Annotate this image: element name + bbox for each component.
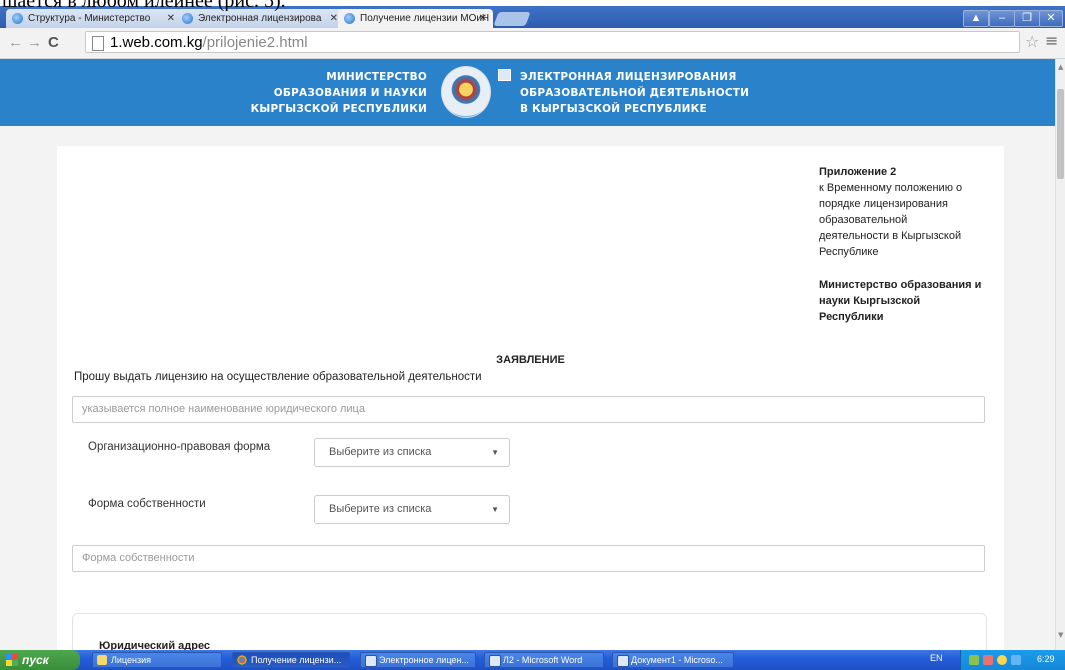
url-host: 1.web.com.kg xyxy=(110,34,203,51)
ownership-input[interactable]: Форма собственности xyxy=(72,545,985,572)
page-scrollbar[interactable]: ▲ ▼ xyxy=(1055,59,1065,650)
ministry-line: МИНИСТЕРСТВО xyxy=(326,71,427,83)
globe-icon xyxy=(12,13,23,24)
image-placeholder-icon xyxy=(498,69,511,81)
appendix-line: деятельности в Кыргызской xyxy=(819,230,962,242)
page-viewport: МИНИСТЕРСТВО ОБРАЗОВАНИЯ И НАУКИ КЫРГЫЗС… xyxy=(0,59,1055,650)
system-line: В КЫРГЫЗСКОЙ РЕСПУБЛИКЕ xyxy=(520,103,707,115)
taskbar-item-word-1[interactable]: Электронное лицен... xyxy=(360,652,476,668)
tab-label: Получение лицензии МОиН xyxy=(360,13,490,24)
forward-arrow-icon[interactable]: → xyxy=(27,34,42,51)
application-form-card: Приложение 2 к Временному положению о по… xyxy=(57,146,1004,650)
close-window-button[interactable]: ✕ xyxy=(1039,10,1063,27)
request-text: Прошу выдать лицензию на осуществление о… xyxy=(74,371,482,383)
appendix-title: Приложение 2 xyxy=(819,166,897,178)
update-icon[interactable] xyxy=(997,655,1007,665)
word-icon xyxy=(365,655,377,667)
form-title: ЗАЯВЛЕНИЕ xyxy=(496,354,565,366)
taskbar-item-folder[interactable]: Лицензия xyxy=(92,652,222,668)
select-value: Выберите из списка xyxy=(329,503,432,515)
taskbar-item-label: Электронное лицен... xyxy=(379,655,469,665)
maximize-button[interactable]: ❐ xyxy=(1014,10,1040,27)
legal-address-heading: Юридический адрес xyxy=(99,640,211,650)
language-indicator[interactable]: EN xyxy=(930,653,943,663)
taskbar-item-word-3[interactable]: Документ1 - Microso... xyxy=(612,652,734,668)
taskbar-item-word-2[interactable]: Л2 - Microsoft Word xyxy=(484,652,604,668)
folder-icon xyxy=(97,655,107,665)
profile-icon[interactable]: ▲ xyxy=(963,10,989,27)
browser-tab-get-license[interactable]: Получение лицензии МОиН ✕ xyxy=(338,9,493,29)
scroll-up-icon[interactable]: ▲ xyxy=(1058,63,1063,71)
taskbar-item-label: Лицензия xyxy=(111,655,151,665)
back-arrow-icon[interactable]: ← xyxy=(8,34,23,51)
network-icon[interactable] xyxy=(969,655,979,665)
close-tab-icon[interactable]: ✕ xyxy=(479,9,487,28)
close-tab-icon[interactable]: ✕ xyxy=(330,9,338,28)
close-tab-icon[interactable]: ✕ xyxy=(167,9,175,28)
system-line: ЭЛЕКТРОННАЯ ЛИЦЕНЗИРОВАНИЯ xyxy=(520,71,737,83)
start-label: пуск xyxy=(22,653,49,667)
appendix-line: к Временному положению о xyxy=(819,182,963,194)
legal-entity-name-input[interactable]: указывается полное наименование юридичес… xyxy=(72,396,985,423)
scroll-down-icon[interactable]: ▼ xyxy=(1058,631,1063,639)
ownership-select[interactable]: Выберите из списка ▼ xyxy=(314,495,510,524)
site-header: МИНИСТЕРСТВО ОБРАЗОВАНИЯ И НАУКИ КЫРГЫЗС… xyxy=(0,59,1055,126)
browser-toolbar: ← → C 1.web.com.kg/prilojenie2.html ☆ ≡ xyxy=(0,28,1065,59)
url-path: /prilojenie2.html xyxy=(202,34,308,51)
clock: 6:29 xyxy=(1037,654,1055,664)
menu-icon[interactable]: ≡ xyxy=(1045,31,1058,50)
document-caption: шается в любом илеинее (рис. 5). xyxy=(2,0,286,11)
ministry-line: КЫРГЫЗСКОЙ РЕСПУБЛИКИ xyxy=(250,103,427,115)
start-button[interactable]: пуск xyxy=(0,650,80,670)
taskbar-item-label: Документ1 - Microso... xyxy=(631,655,723,665)
bookmark-star-icon[interactable]: ☆ xyxy=(1025,32,1039,51)
address-bar[interactable]: 1.web.com.kg/prilojenie2.html xyxy=(85,31,1020,53)
globe-icon xyxy=(182,13,193,24)
recipient-line: науки Кыргызской xyxy=(819,295,921,307)
appendix-line: Республике xyxy=(819,246,879,258)
browser-tab-licensing[interactable]: Электронная лицензирова ✕ xyxy=(176,9,344,28)
system-line: ОБРАЗОВАТЕЛЬНОЙ ДЕЯТЕЛЬНОСТИ xyxy=(520,87,750,99)
appendix-line: порядке лицензирования xyxy=(819,198,948,210)
select-value: Выберите из списка xyxy=(329,446,432,458)
ministry-line: ОБРАЗОВАНИЯ И НАУКИ xyxy=(273,87,427,99)
reload-icon[interactable]: C xyxy=(48,34,59,51)
antivirus-icon[interactable] xyxy=(983,655,993,665)
org-form-label: Организационно-правовая форма xyxy=(88,441,271,453)
windows-logo-icon xyxy=(6,654,18,666)
tab-label: Электронная лицензирова xyxy=(198,13,322,24)
chevron-down-icon: ▼ xyxy=(491,505,499,514)
minimize-button[interactable]: – xyxy=(989,10,1015,27)
chevron-down-icon: ▼ xyxy=(491,448,499,457)
taskbar-item-label: Л2 - Microsoft Word xyxy=(503,655,583,665)
scrollbar-thumb[interactable] xyxy=(1057,89,1064,179)
appendix-line: образовательной xyxy=(819,214,908,226)
globe-icon xyxy=(344,13,355,24)
appendix-note: Приложение 2 к Временному положению о по… xyxy=(819,164,999,325)
recipient-line: Министерство образования и xyxy=(819,279,982,291)
taskbar-item-label: Получение лицензи... xyxy=(251,655,342,665)
system-name: ЭЛЕКТРОННАЯ ЛИЦЕНЗИРОВАНИЯ ОБРАЗОВАТЕЛЬН… xyxy=(520,69,749,117)
state-emblem-icon xyxy=(441,66,491,118)
recipient-line: Республики xyxy=(819,311,884,323)
volume-icon[interactable] xyxy=(1011,655,1021,665)
word-icon xyxy=(489,655,501,667)
taskbar-item-chrome[interactable]: Получение лицензи... xyxy=(232,652,350,668)
page-icon xyxy=(92,36,104,51)
windows-taskbar: пуск Лицензия Получение лицензи... Элект… xyxy=(0,650,1065,670)
new-tab-button[interactable] xyxy=(493,12,531,26)
browser-tab-structure[interactable]: Структура - Министерство ✕ xyxy=(6,9,181,28)
legal-address-section: Юридический адрес xyxy=(72,613,987,650)
word-icon xyxy=(617,655,629,667)
org-form-select[interactable]: Выберите из списка ▼ xyxy=(314,438,510,467)
ownership-label: Форма собственности xyxy=(88,498,206,510)
tab-label: Структура - Министерство xyxy=(28,13,151,24)
ministry-name: МИНИСТЕРСТВО ОБРАЗОВАНИЯ И НАУКИ КЫРГЫЗС… xyxy=(251,69,427,117)
chrome-icon xyxy=(237,655,247,665)
